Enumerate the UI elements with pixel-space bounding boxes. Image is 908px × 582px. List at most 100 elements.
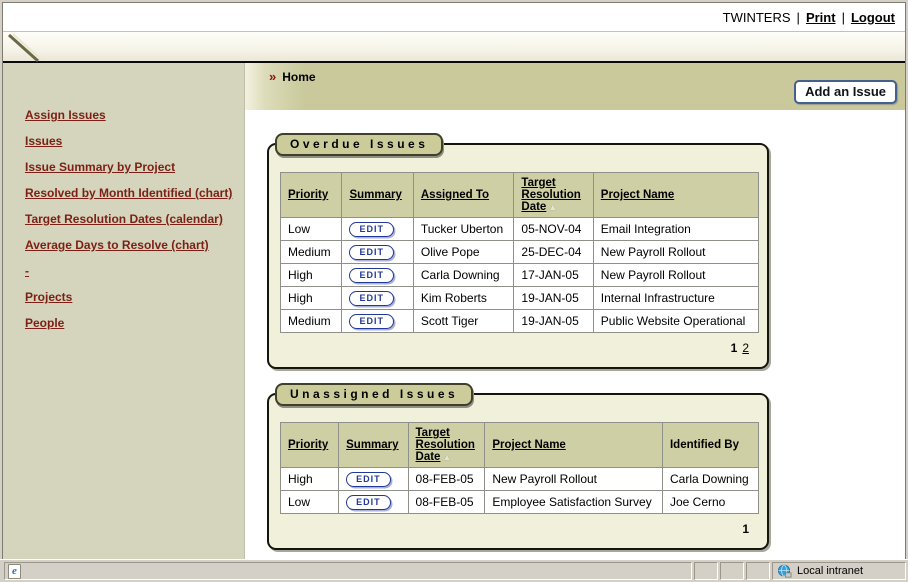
column-header-target-resolution-date[interactable]: Target Resolution Date▲ xyxy=(408,423,485,468)
app-window: TWINTERS | Print | Logout Assign Issues … xyxy=(0,0,908,582)
breadcrumb: » Home xyxy=(269,69,316,84)
column-header-priority[interactable]: Priority xyxy=(281,173,342,218)
project-name-cell: New Payroll Rollout xyxy=(593,264,758,287)
pagination-current-page: 1 xyxy=(742,522,749,536)
table-row: High EDIT Kim Roberts 19-JAN-05 Internal… xyxy=(281,287,759,310)
assigned-to-cell: Tucker Uberton xyxy=(413,218,514,241)
status-bar: e Local intranet xyxy=(0,559,908,582)
edit-button[interactable]: EDIT xyxy=(346,495,391,510)
summary-cell: EDIT xyxy=(339,468,408,491)
print-link[interactable]: Print xyxy=(806,10,836,25)
pagination-page-2-link[interactable]: 2 xyxy=(742,341,749,355)
project-name-cell: New Payroll Rollout xyxy=(485,468,663,491)
browser-client-area: TWINTERS | Print | Logout Assign Issues … xyxy=(2,2,906,559)
table-row: High EDIT Carla Downing 17-JAN-05 New Pa… xyxy=(281,264,759,287)
sidebar-nav: Assign Issues Issues Issue Summary by Pr… xyxy=(3,63,245,559)
unassigned-issues-region-title: Unassigned Issues xyxy=(275,383,473,406)
table-row: Medium EDIT Olive Pope 25-DEC-04 New Pay… xyxy=(281,241,759,264)
main-content: » Home Add an Issue Overdue Issues xyxy=(245,63,905,559)
priority-cell: High xyxy=(281,287,342,310)
assigned-to-cell: Carla Downing xyxy=(413,264,514,287)
status-main-pane: e xyxy=(4,562,692,580)
priority-cell: Low xyxy=(281,491,339,514)
logout-link[interactable]: Logout xyxy=(851,10,895,25)
column-header-assigned-to[interactable]: Assigned To xyxy=(413,173,514,218)
sidebar-item-target-resolution-calendar[interactable]: Target Resolution Dates (calendar) xyxy=(25,213,244,226)
sidebar-item-issue-summary-by-project[interactable]: Issue Summary by Project xyxy=(25,161,244,174)
edit-button[interactable]: EDIT xyxy=(349,291,394,306)
target-date-cell: 08-FEB-05 xyxy=(408,491,485,514)
table-row: Medium EDIT Scott Tiger 19-JAN-05 Public… xyxy=(281,310,759,333)
divider: | xyxy=(797,10,800,25)
summary-cell: EDIT xyxy=(342,218,413,241)
pagination: 1 xyxy=(280,522,749,536)
overdue-issues-region-title: Overdue Issues xyxy=(275,133,443,156)
sidebar-item-assign-issues[interactable]: Assign Issues xyxy=(25,109,244,122)
breadcrumb-chevron-icon: » xyxy=(269,69,276,84)
header-decor-band xyxy=(3,31,905,61)
utility-bar: TWINTERS | Print | Logout xyxy=(3,3,905,31)
target-date-cell: 05-NOV-04 xyxy=(514,218,593,241)
edit-button[interactable]: EDIT xyxy=(349,245,394,260)
project-name-cell: Email Integration xyxy=(593,218,758,241)
table-header-row: Priority Summary Assigned To Target Reso… xyxy=(281,173,759,218)
unassigned-issues-table: Priority Summary Target Resolution Date▲… xyxy=(280,422,759,514)
sidebar-item-resolved-by-month-chart[interactable]: Resolved by Month Identified (chart) xyxy=(25,187,244,200)
divider: | xyxy=(842,10,845,25)
summary-cell: EDIT xyxy=(339,491,408,514)
status-pane xyxy=(694,562,718,580)
sort-ascending-icon: ▲ xyxy=(548,202,557,212)
sidebar-item-people[interactable]: People xyxy=(25,317,244,330)
summary-cell: EDIT xyxy=(342,264,413,287)
priority-cell: High xyxy=(281,264,342,287)
project-name-cell: Public Website Operational xyxy=(593,310,758,333)
sidebar-item-issues[interactable]: Issues xyxy=(25,135,244,148)
identified-by-cell: Joe Cerno xyxy=(662,491,758,514)
priority-cell: Low xyxy=(281,218,342,241)
column-header-priority[interactable]: Priority xyxy=(281,423,339,468)
sidebar-item-projects[interactable]: Projects xyxy=(25,291,244,304)
edit-button[interactable]: EDIT xyxy=(349,222,394,237)
page-corner-decoration-icon xyxy=(3,32,55,62)
column-header-summary[interactable]: Summary xyxy=(339,423,408,468)
summary-cell: EDIT xyxy=(342,310,413,333)
security-zone-pane: Local intranet xyxy=(772,562,906,580)
sort-ascending-icon: ▲ xyxy=(442,452,451,462)
project-name-cell: New Payroll Rollout xyxy=(593,241,758,264)
summary-cell: EDIT xyxy=(342,241,413,264)
breadcrumb-home-link[interactable]: Home xyxy=(282,70,315,84)
local-intranet-zone-icon xyxy=(777,564,792,579)
assigned-to-cell: Kim Roberts xyxy=(413,287,514,310)
pagination-current-page: 1 xyxy=(731,341,738,355)
security-zone-label: Local intranet xyxy=(797,565,863,577)
breadcrumb-band: » Home Add an Issue xyxy=(245,63,905,110)
edit-button[interactable]: EDIT xyxy=(349,314,394,329)
target-date-cell: 08-FEB-05 xyxy=(408,468,485,491)
assigned-to-cell: Scott Tiger xyxy=(413,310,514,333)
table-row: High EDIT 08-FEB-05 New Payroll Rollout … xyxy=(281,468,759,491)
edit-button[interactable]: EDIT xyxy=(346,472,391,487)
browser-document-icon: e xyxy=(8,564,21,579)
column-header-target-resolution-date[interactable]: Target Resolution Date▲ xyxy=(514,173,593,218)
overdue-issues-region: Overdue Issues Priority Summary Assigned… xyxy=(267,143,769,369)
sidebar-item-dash[interactable]: - xyxy=(25,265,244,278)
username-label: TWINTERS xyxy=(723,10,791,25)
priority-cell: Medium xyxy=(281,241,342,264)
column-header-project-name[interactable]: Project Name xyxy=(485,423,663,468)
table-row: Low EDIT 08-FEB-05 Employee Satisfaction… xyxy=(281,491,759,514)
table-row: Low EDIT Tucker Uberton 05-NOV-04 Email … xyxy=(281,218,759,241)
column-header-project-name[interactable]: Project Name xyxy=(593,173,758,218)
status-pane xyxy=(720,562,744,580)
table-header-row: Priority Summary Target Resolution Date▲… xyxy=(281,423,759,468)
column-header-summary[interactable]: Summary xyxy=(342,173,413,218)
unassigned-issues-region: Unassigned Issues Priority Summary Targe… xyxy=(267,393,769,550)
target-date-cell: 17-JAN-05 xyxy=(514,264,593,287)
project-name-cell: Internal Infrastructure xyxy=(593,287,758,310)
add-an-issue-button[interactable]: Add an Issue xyxy=(794,80,897,104)
identified-by-cell: Carla Downing xyxy=(662,468,758,491)
edit-button[interactable]: EDIT xyxy=(349,268,394,283)
assigned-to-cell: Olive Pope xyxy=(413,241,514,264)
target-date-cell: 25-DEC-04 xyxy=(514,241,593,264)
sidebar-item-average-days-chart[interactable]: Average Days to Resolve (chart) xyxy=(25,239,244,252)
pagination: 12 xyxy=(280,341,749,355)
